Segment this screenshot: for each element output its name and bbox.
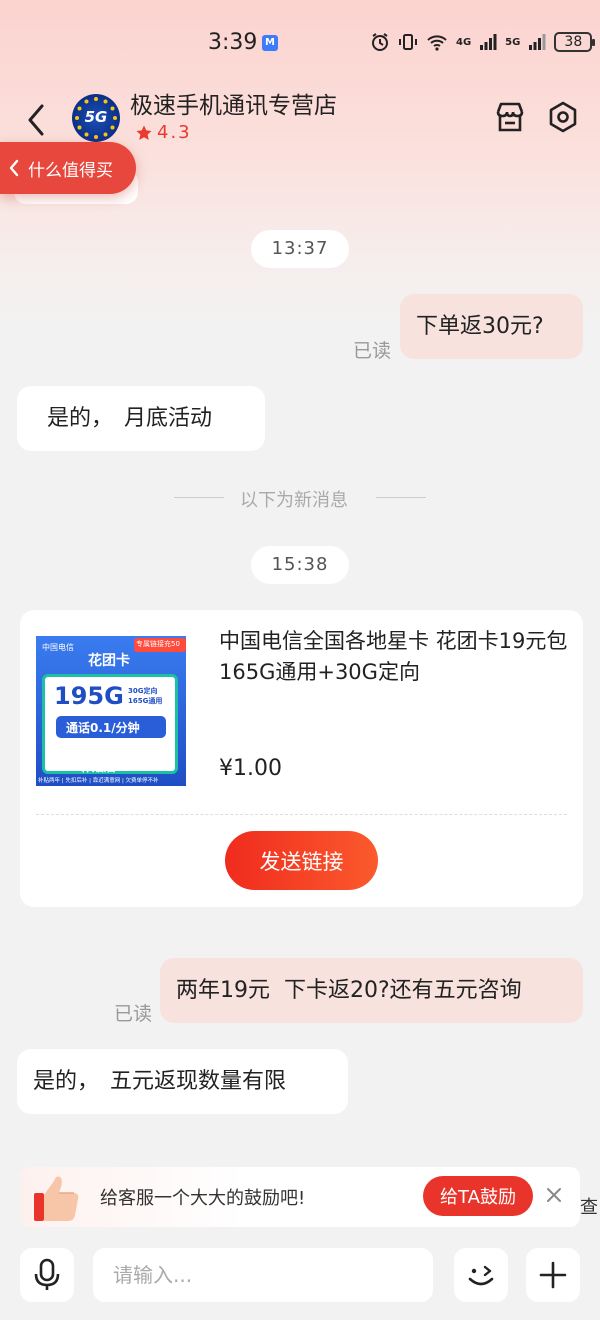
outgoing-message[interactable]: 下单返30元? (400, 294, 583, 359)
wifi-icon (427, 35, 447, 51)
incoming-message[interactable]: 是的， 五元返现数量有限 (17, 1049, 348, 1114)
product-image-subsidy: 补贴后19 (80, 760, 133, 774)
read-receipt: 已读 (114, 1003, 153, 1025)
shop-avatar-label: 5G (84, 108, 108, 126)
encourage-text: 给客服一个大大的鼓励吧! (100, 1188, 306, 1209)
read-receipt: 已读 (353, 340, 392, 362)
product-image-detail-2: 165G通用 (128, 697, 163, 705)
close-icon (547, 1188, 561, 1202)
divider-line-left (174, 497, 224, 498)
product-image-corner-tag: 专属链接充50 (136, 640, 180, 648)
chevron-left-icon (28, 104, 44, 136)
encourage-banner: 给客服一个大大的鼓励吧! 给TA鼓励 (20, 1167, 580, 1227)
voice-button[interactable] (20, 1248, 74, 1302)
microphone-icon (34, 1258, 60, 1290)
emoji-icon (468, 1265, 494, 1286)
new-messages-divider: 以下为新消息 (240, 490, 348, 511)
shop-rating: 4.3 (135, 122, 192, 143)
store-icon (496, 102, 524, 132)
smzdm-entry-label: 什么值得买 (28, 160, 113, 181)
product-image-call-rate: 通话0.1/分钟 (66, 721, 140, 735)
vibrate-icon (399, 34, 417, 50)
send-link-button[interactable]: 发送链接 (225, 831, 378, 890)
rating-value: 4.3 (157, 122, 192, 143)
outgoing-message[interactable]: 两年19元 下卡返20?还有五元咨询 (160, 958, 583, 1023)
incoming-message[interactable]: 是的， 月底活动 (17, 386, 265, 451)
product-title[interactable]: 中国电信全国各地星卡 花团卡19元包165G通用+30G定向 (219, 626, 569, 688)
timestamp: 15:38 (251, 546, 349, 584)
plus-icon (539, 1261, 567, 1289)
alarm-icon (372, 33, 388, 51)
battery-icon: 38 (554, 32, 596, 52)
input-bar (0, 1235, 600, 1320)
thumbs-up-icon (34, 1176, 79, 1221)
product-image-footer: 补贴两年 | 先扣后补 | 靠近满意网 | 欠费单停不补 (38, 778, 159, 784)
emoji-button[interactable] (454, 1248, 508, 1302)
app-notification-icon: M (262, 35, 278, 51)
message-input[interactable] (93, 1248, 433, 1302)
product-image-brand: 中国电信 (42, 643, 74, 652)
network-4g-label: 4G (456, 36, 472, 48)
edge-chip-text[interactable]: 查 (580, 1193, 598, 1219)
product-price: ¥1.00 (219, 756, 282, 781)
shop-avatar[interactable]: 5G (72, 94, 120, 142)
close-button[interactable] (542, 1183, 566, 1207)
hexagon-settings-icon (549, 101, 577, 133)
product-card[interactable]: 中国电信 专属链接充50 花团卡 195G 30G定向 165G通用 通话0.1… (20, 610, 583, 907)
signal-icon-2 (529, 34, 546, 50)
signal-icon (480, 34, 497, 50)
product-image-card-name: 花团卡 (88, 653, 130, 669)
status-icons: 4G 5G 38 (370, 32, 596, 52)
smzdm-entry-button[interactable]: 什么值得买 (0, 142, 136, 194)
encourage-button[interactable]: 给TA鼓励 (423, 1176, 533, 1216)
shop-name[interactable]: 极速手机通讯专营店 (130, 86, 337, 120)
store-button[interactable] (493, 100, 527, 134)
divider-line-right (376, 497, 426, 498)
timestamp: 13:37 (251, 230, 349, 268)
product-image-detail-1: 30G定向 (128, 687, 158, 695)
back-button[interactable] (22, 100, 52, 140)
status-time: 3:39 (208, 30, 258, 55)
product-image-data: 195G (54, 682, 124, 710)
more-button[interactable] (526, 1248, 580, 1302)
star-icon (136, 125, 152, 140)
settings-button[interactable] (546, 100, 580, 134)
network-5g-label: 5G (505, 36, 521, 48)
product-image[interactable]: 中国电信 专属链接充50 花团卡 195G 30G定向 165G通用 通话0.1… (36, 636, 186, 786)
status-bar: 3:39 M 4G 5G 38 (0, 28, 600, 62)
chevron-left-icon (9, 159, 19, 177)
card-divider (36, 814, 567, 815)
